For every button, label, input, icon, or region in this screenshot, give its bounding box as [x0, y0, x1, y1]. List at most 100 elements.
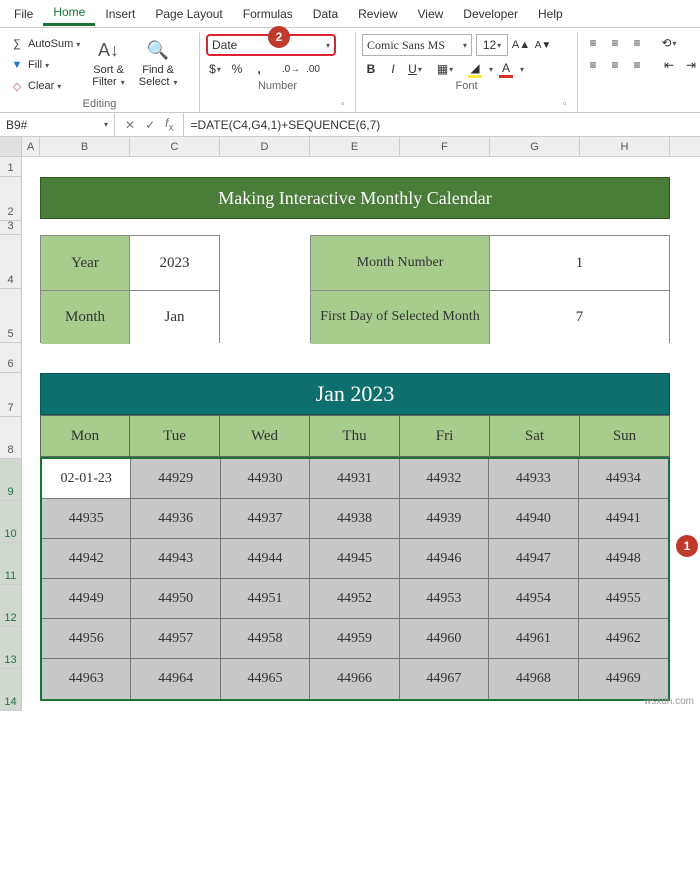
calendar-cell[interactable]: 44949 [42, 579, 131, 619]
font-dialog-launcher[interactable]: ▫ [563, 98, 575, 110]
row-header[interactable]: 1 [0, 157, 21, 177]
col-header[interactable]: F [400, 137, 490, 156]
align-right-button[interactable]: ≡ [628, 56, 646, 74]
formula-input[interactable]: =DATE(C4,G4,1)+SEQUENCE(6,7) [184, 118, 700, 132]
col-header[interactable]: E [310, 137, 400, 156]
calendar-cell[interactable]: 44934 [579, 459, 668, 499]
name-box[interactable]: B9#▾ [0, 113, 115, 136]
calendar-cell[interactable]: 44956 [42, 619, 131, 659]
calendar-cell[interactable]: 44960 [400, 619, 489, 659]
underline-button[interactable]: U▾ [406, 60, 424, 78]
calendar-cell[interactable]: 44955 [579, 579, 668, 619]
calendar-cell[interactable]: 44958 [221, 619, 310, 659]
increase-font-button[interactable]: A▲ [512, 36, 530, 54]
sort-filter-button[interactable]: A↓ Sort & Filter ▾ [88, 34, 129, 90]
calendar-cell[interactable]: 44947 [489, 539, 578, 579]
calendar-cell[interactable]: 44961 [489, 619, 578, 659]
calendar-cell[interactable]: 44939 [400, 499, 489, 539]
calendar-cell[interactable]: 44963 [42, 659, 131, 699]
col-header[interactable]: C [130, 137, 220, 156]
calendar-cell[interactable]: 44950 [131, 579, 220, 619]
tab-review[interactable]: Review [348, 3, 407, 25]
align-middle-button[interactable]: ≡ [606, 34, 624, 52]
row-header[interactable]: 9 [0, 459, 21, 501]
worksheet-grid[interactable]: A B C D E F G H 1 2 3 4 5 6 7 8 9 10 11 … [0, 137, 700, 711]
calendar-cell[interactable]: 44946 [400, 539, 489, 579]
row-header[interactable]: 6 [0, 343, 21, 373]
col-header[interactable]: H [580, 137, 670, 156]
decrease-font-button[interactable]: A▼ [534, 36, 552, 54]
calendar-cell[interactable]: 44943 [131, 539, 220, 579]
calendar-cell[interactable]: 44951 [221, 579, 310, 619]
calendar-cell[interactable]: 44957 [131, 619, 220, 659]
calendar-cell[interactable]: 44964 [131, 659, 220, 699]
calendar-cell[interactable]: 44935 [42, 499, 131, 539]
italic-button[interactable]: I [384, 60, 402, 78]
increase-indent-button[interactable]: ⇥ [682, 56, 700, 74]
autosum-button[interactable]: ∑ AutoSum ▾ [6, 34, 82, 54]
col-header[interactable]: A [22, 137, 40, 156]
tab-data[interactable]: Data [303, 3, 348, 25]
tab-insert[interactable]: Insert [95, 3, 145, 25]
year-value[interactable]: 2023 [130, 236, 219, 290]
clear-button[interactable]: ◇ Clear ▾ [6, 76, 82, 96]
calendar-cell[interactable]: 44930 [221, 459, 310, 499]
tab-developer[interactable]: Developer [453, 3, 528, 25]
calendar-cell[interactable]: 44959 [310, 619, 399, 659]
tab-file[interactable]: File [4, 3, 43, 25]
enter-icon[interactable]: ✓ [145, 118, 155, 132]
percent-format-button[interactable]: % [228, 60, 246, 78]
calendar-cell[interactable]: 44967 [400, 659, 489, 699]
row-header[interactable]: 12 [0, 585, 21, 627]
calendar-body[interactable]: 02-01-2344929449304493144932449334493444… [40, 457, 670, 701]
row-header[interactable]: 7 [0, 373, 21, 417]
calendar-cell[interactable]: 44944 [221, 539, 310, 579]
calendar-cell[interactable]: 44954 [489, 579, 578, 619]
font-color-button[interactable]: A [497, 60, 515, 78]
fill-color-button[interactable]: ◢ [466, 60, 484, 78]
align-top-button[interactable]: ≡ [584, 34, 602, 52]
row-header[interactable]: 14 [0, 669, 21, 711]
tab-formulas[interactable]: Formulas [233, 3, 303, 25]
calendar-cell[interactable]: 44966 [310, 659, 399, 699]
calendar-cell[interactable]: 02-01-23 [42, 459, 131, 499]
borders-button[interactable]: ▦▾ [436, 60, 454, 78]
calendar-cell[interactable]: 44940 [489, 499, 578, 539]
align-center-button[interactable]: ≡ [606, 56, 624, 74]
calendar-cell[interactable]: 44952 [310, 579, 399, 619]
align-left-button[interactable]: ≡ [584, 56, 602, 74]
row-header[interactable]: 10 [0, 501, 21, 543]
tab-help[interactable]: Help [528, 3, 573, 25]
calendar-cell[interactable]: 44942 [42, 539, 131, 579]
accounting-format-button[interactable]: $▾ [206, 60, 224, 78]
col-header[interactable]: B [40, 137, 130, 156]
calendar-cell[interactable]: 44969 [579, 659, 668, 699]
row-header[interactable]: 3 [0, 221, 21, 235]
calendar-cell[interactable]: 44953 [400, 579, 489, 619]
increase-decimal-button[interactable]: .0→ [282, 60, 300, 78]
align-bottom-button[interactable]: ≡ [628, 34, 646, 52]
bold-button[interactable]: B [362, 60, 380, 78]
decrease-indent-button[interactable]: ⇤ [660, 56, 678, 74]
tab-pagelayout[interactable]: Page Layout [145, 3, 232, 25]
row-header[interactable]: 4 [0, 235, 21, 289]
fill-button[interactable]: ▼ Fill ▾ [6, 55, 82, 75]
font-name-combo[interactable]: Comic Sans MS▾ [362, 34, 472, 56]
month-value[interactable]: Jan [130, 291, 219, 344]
orientation-button[interactable]: ⟲▾ [660, 34, 678, 52]
calendar-cell[interactable]: 44932 [400, 459, 489, 499]
row-header[interactable]: 8 [0, 417, 21, 459]
col-header[interactable]: D [220, 137, 310, 156]
calendar-cell[interactable]: 44965 [221, 659, 310, 699]
calendar-cell[interactable]: 44938 [310, 499, 399, 539]
calendar-cell[interactable]: 44929 [131, 459, 220, 499]
font-size-combo[interactable]: 12▾ [476, 34, 508, 56]
fx-icon[interactable]: fx [165, 116, 173, 133]
col-header[interactable]: G [490, 137, 580, 156]
calendar-cell[interactable]: 44968 [489, 659, 578, 699]
calendar-cell[interactable]: 44962 [579, 619, 668, 659]
row-header[interactable]: 5 [0, 289, 21, 343]
row-header[interactable]: 2 [0, 177, 21, 221]
tab-home[interactable]: Home [43, 1, 95, 26]
calendar-cell[interactable]: 44936 [131, 499, 220, 539]
